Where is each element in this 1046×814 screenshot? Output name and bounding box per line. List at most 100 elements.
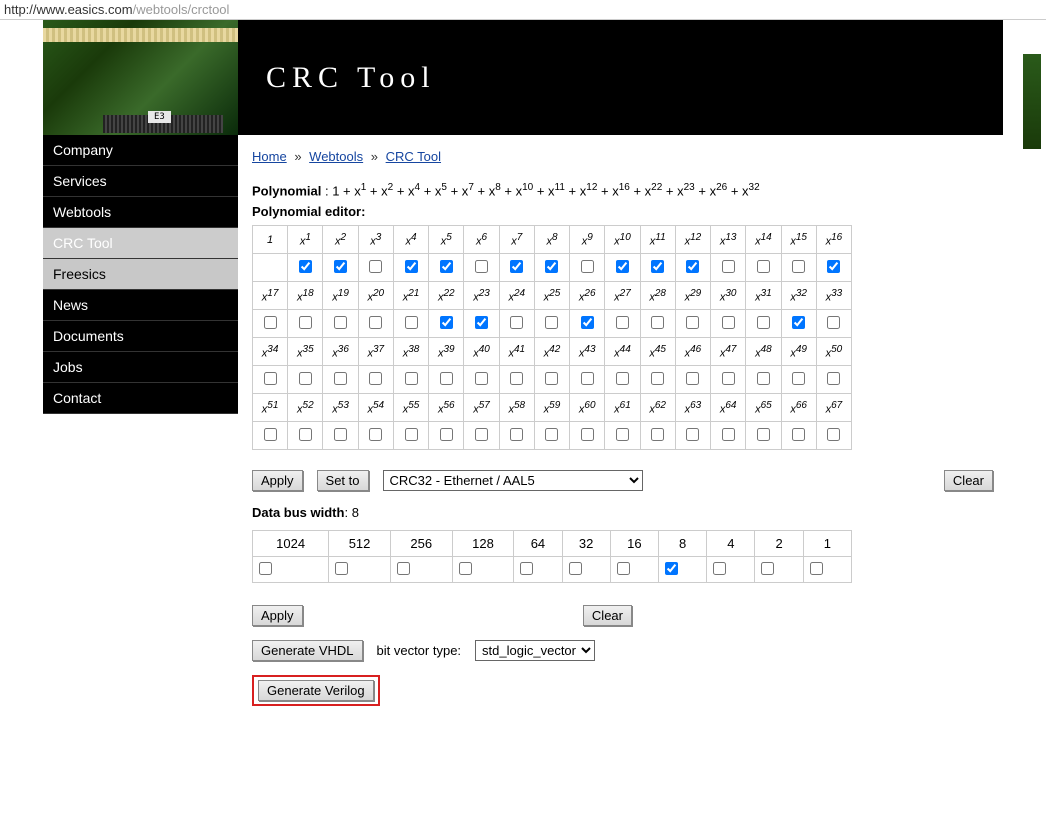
sidebar-item-documents[interactable]: Documents [43,321,238,352]
poly-term-checkbox-40[interactable] [475,372,488,385]
clear-polynomial-button[interactable]: Clear [944,470,993,491]
poly-term-checkbox-13[interactable] [722,260,735,273]
poly-term-checkbox-14[interactable] [757,260,770,273]
poly-term-checkbox-6[interactable] [475,260,488,273]
poly-term-checkbox-56[interactable] [440,428,453,441]
generate-verilog-button[interactable]: Generate Verilog [258,680,374,701]
bus-width-checkbox-16[interactable] [617,562,630,575]
poly-term-checkbox-31[interactable] [757,316,770,329]
breadcrumb-home[interactable]: Home [252,149,287,164]
poly-term-checkbox-48[interactable] [757,372,770,385]
poly-term-checkbox-4[interactable] [405,260,418,273]
bus-width-checkbox-1[interactable] [810,562,823,575]
sidebar-item-company[interactable]: Company [43,135,238,166]
sidebar-item-contact[interactable]: Contact [43,383,238,414]
sidebar-item-news[interactable]: News [43,290,238,321]
poly-term-checkbox-46[interactable] [686,372,699,385]
polynomial-preset-select[interactable]: CRC32 - Ethernet / AAL5 [383,470,643,491]
poly-term-checkbox-21[interactable] [405,316,418,329]
bus-width-checkbox-256[interactable] [397,562,410,575]
poly-term-checkbox-61[interactable] [616,428,629,441]
poly-term-label-42: x42 [534,338,569,366]
poly-term-checkbox-62[interactable] [651,428,664,441]
poly-term-checkbox-29[interactable] [686,316,699,329]
poly-term-checkbox-1[interactable] [299,260,312,273]
set-to-button[interactable]: Set to [317,470,369,491]
bus-width-checkbox-2[interactable] [761,562,774,575]
poly-term-checkbox-37[interactable] [369,372,382,385]
poly-term-checkbox-58[interactable] [510,428,523,441]
poly-term-checkbox-22[interactable] [440,316,453,329]
bus-width-checkbox-512[interactable] [335,562,348,575]
poly-term-checkbox-55[interactable] [405,428,418,441]
poly-term-checkbox-54[interactable] [369,428,382,441]
url-bar[interactable]: http://www.easics.com/webtools/crctool [0,0,1046,20]
poly-term-checkbox-24[interactable] [510,316,523,329]
poly-term-checkbox-59[interactable] [545,428,558,441]
poly-term-checkbox-45[interactable] [651,372,664,385]
poly-term-checkbox-17[interactable] [264,316,277,329]
poly-term-checkbox-65[interactable] [757,428,770,441]
sidebar-item-freesics[interactable]: Freesics [43,259,238,290]
poly-term-checkbox-25[interactable] [545,316,558,329]
poly-term-checkbox-26[interactable] [581,316,594,329]
poly-term-checkbox-43[interactable] [581,372,594,385]
clear-bus-button[interactable]: Clear [583,605,632,626]
bus-width-checkbox-4[interactable] [713,562,726,575]
bus-width-checkbox-32[interactable] [569,562,582,575]
poly-term-checkbox-20[interactable] [369,316,382,329]
poly-term-checkbox-35[interactable] [299,372,312,385]
sidebar-item-webtools[interactable]: Webtools [43,197,238,228]
poly-term-checkbox-63[interactable] [686,428,699,441]
poly-term-checkbox-42[interactable] [545,372,558,385]
poly-term-checkbox-67[interactable] [827,428,840,441]
poly-term-checkbox-44[interactable] [616,372,629,385]
breadcrumb-webtools[interactable]: Webtools [309,149,363,164]
bus-width-checkbox-128[interactable] [459,562,472,575]
poly-term-checkbox-15[interactable] [792,260,805,273]
poly-term-checkbox-50[interactable] [827,372,840,385]
poly-term-checkbox-2[interactable] [334,260,347,273]
poly-term-checkbox-47[interactable] [722,372,735,385]
poly-term-checkbox-39[interactable] [440,372,453,385]
poly-term-checkbox-23[interactable] [475,316,488,329]
poly-term-checkbox-52[interactable] [299,428,312,441]
apply-polynomial-button[interactable]: Apply [252,470,303,491]
poly-term-checkbox-19[interactable] [334,316,347,329]
poly-term-checkbox-49[interactable] [792,372,805,385]
poly-term-checkbox-53[interactable] [334,428,347,441]
poly-term-checkbox-51[interactable] [264,428,277,441]
poly-term-checkbox-66[interactable] [792,428,805,441]
poly-term-checkbox-27[interactable] [616,316,629,329]
sidebar-item-crc-tool[interactable]: CRC Tool [43,228,238,259]
sidebar-item-jobs[interactable]: Jobs [43,352,238,383]
bit-vector-type-select[interactable]: std_logic_vector [475,640,595,661]
poly-term-checkbox-7[interactable] [510,260,523,273]
poly-term-checkbox-33[interactable] [827,316,840,329]
apply-bus-button[interactable]: Apply [252,605,303,626]
poly-term-checkbox-16[interactable] [827,260,840,273]
bus-width-checkbox-64[interactable] [520,562,533,575]
poly-term-checkbox-32[interactable] [792,316,805,329]
bus-width-checkbox-1024[interactable] [259,562,272,575]
poly-term-checkbox-57[interactable] [475,428,488,441]
poly-term-checkbox-10[interactable] [616,260,629,273]
poly-term-checkbox-9[interactable] [581,260,594,273]
bus-width-checkbox-8[interactable] [665,562,678,575]
generate-vhdl-button[interactable]: Generate VHDL [252,640,363,661]
poly-term-checkbox-41[interactable] [510,372,523,385]
poly-term-checkbox-38[interactable] [405,372,418,385]
poly-term-checkbox-8[interactable] [545,260,558,273]
poly-term-checkbox-5[interactable] [440,260,453,273]
poly-term-checkbox-60[interactable] [581,428,594,441]
poly-term-checkbox-34[interactable] [264,372,277,385]
poly-term-checkbox-28[interactable] [651,316,664,329]
poly-term-checkbox-18[interactable] [299,316,312,329]
poly-term-checkbox-36[interactable] [334,372,347,385]
poly-term-checkbox-3[interactable] [369,260,382,273]
poly-term-checkbox-12[interactable] [686,260,699,273]
poly-term-checkbox-64[interactable] [722,428,735,441]
sidebar-item-services[interactable]: Services [43,166,238,197]
poly-term-checkbox-30[interactable] [722,316,735,329]
poly-term-checkbox-11[interactable] [651,260,664,273]
